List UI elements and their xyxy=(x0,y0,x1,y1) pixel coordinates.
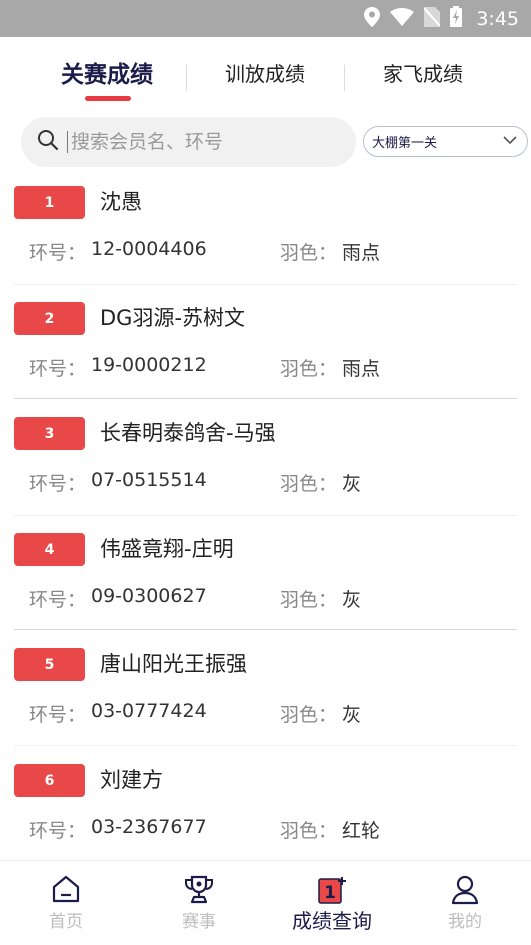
ring-number: 07-0515514 xyxy=(91,469,207,491)
nav-home-label: 首页 xyxy=(49,912,83,932)
search-bar[interactable] xyxy=(21,117,356,167)
svg-text:1: 1 xyxy=(324,883,336,903)
ring-label: 环号： xyxy=(29,242,87,264)
results-tabs: 关赛成绩 训放成绩 家飞成绩 xyxy=(0,37,531,107)
nav-events-label: 赛事 xyxy=(182,912,216,932)
race-stage-selected: 大棚第一关 xyxy=(372,136,438,151)
nav-profile-label: 我的 xyxy=(448,912,482,932)
result-item[interactable]: 1 沈愚 环号： 12-0004406 羽色： 雨点 xyxy=(0,180,531,295)
text-cursor xyxy=(67,131,68,153)
wifi-icon xyxy=(390,7,415,30)
rank-badge: 6 xyxy=(14,764,85,797)
location-icon xyxy=(364,6,381,31)
battery-charging-icon xyxy=(450,6,463,31)
list-divider xyxy=(14,745,517,746)
tab-training-results[interactable]: 训放成绩 xyxy=(200,37,330,107)
ring-label: 环号： xyxy=(29,820,87,842)
nav-results-label: 成绩查询 xyxy=(292,909,372,933)
rank-badge: 5 xyxy=(14,648,85,681)
feather-color: 灰 xyxy=(342,589,362,611)
search-icon xyxy=(21,129,59,155)
result-item[interactable]: 6 刘建方 环号： 03-2367677 羽色： 红轮 xyxy=(0,758,531,873)
member-name: DG羽源-苏树文 xyxy=(100,306,246,330)
member-name: 沈愚 xyxy=(100,190,142,214)
list-divider xyxy=(14,284,517,285)
nav-events[interactable]: 赛事 xyxy=(133,861,265,945)
feather-color-label: 羽色： xyxy=(280,820,338,842)
member-name: 唐山阳光王振强 xyxy=(100,652,247,676)
rank-badge: 4 xyxy=(14,533,85,566)
tab-divider xyxy=(344,65,345,91)
trophy-icon xyxy=(182,875,216,909)
list-divider xyxy=(14,398,517,399)
feather-color-label: 羽色： xyxy=(280,473,338,495)
status-bar: 3:45 xyxy=(0,0,531,37)
race-stage-select[interactable]: 大棚第一关 xyxy=(363,126,528,157)
feather-color-label: 羽色： xyxy=(280,704,338,726)
results-icon: 1 xyxy=(317,875,347,909)
chevron-down-icon xyxy=(503,134,517,149)
member-name: 伟盛竟翔-庄明 xyxy=(100,537,234,561)
rank-badge: 3 xyxy=(14,417,85,450)
member-name: 刘建方 xyxy=(100,768,163,792)
profile-icon xyxy=(451,875,479,909)
tab-home-flight-results[interactable]: 家飞成绩 xyxy=(358,37,488,107)
feather-color: 雨点 xyxy=(342,358,381,380)
ring-label: 环号： xyxy=(29,589,87,611)
home-icon xyxy=(51,875,81,907)
status-time: 3:45 xyxy=(476,7,519,30)
tab-divider xyxy=(186,65,187,91)
feather-color-label: 羽色： xyxy=(280,242,338,264)
feather-color: 红轮 xyxy=(342,820,381,842)
feather-color-label: 羽色： xyxy=(280,589,338,611)
result-item[interactable]: 3 长春明泰鸽舍-马强 环号： 07-0515514 羽色： 灰 xyxy=(0,411,531,526)
result-item[interactable]: 5 唐山阳光王振强 环号： 03-0777424 羽色： 灰 xyxy=(0,642,531,757)
nav-profile[interactable]: 我的 xyxy=(399,861,531,945)
feather-color: 雨点 xyxy=(342,242,381,264)
ring-number: 12-0004406 xyxy=(91,238,207,260)
nav-results[interactable]: 1 成绩查询 xyxy=(266,861,398,945)
list-divider xyxy=(14,629,517,630)
nav-home[interactable]: 首页 xyxy=(0,861,132,945)
no-sim-icon xyxy=(423,6,442,31)
bottom-nav: 首页 赛事 1 成绩查询 我的 xyxy=(0,860,531,945)
member-name: 长春明泰鸽舍-马强 xyxy=(100,421,276,445)
search-input[interactable] xyxy=(69,130,323,154)
ring-number: 19-0000212 xyxy=(91,354,207,376)
ring-number: 09-0300627 xyxy=(91,585,207,607)
rank-badge: 1 xyxy=(14,186,85,219)
result-item[interactable]: 4 伟盛竟翔-庄明 环号： 09-0300627 羽色： 灰 xyxy=(0,527,531,642)
active-tab-indicator xyxy=(85,96,131,101)
ring-label: 环号： xyxy=(29,704,87,726)
result-item[interactable]: 2 DG羽源-苏树文 环号： 19-0000212 羽色： 雨点 xyxy=(0,296,531,411)
list-divider xyxy=(14,515,517,516)
feather-color-label: 羽色： xyxy=(280,358,338,380)
feather-color: 灰 xyxy=(342,473,362,495)
ring-label: 环号： xyxy=(29,473,87,495)
ring-number: 03-2367677 xyxy=(91,816,207,838)
feather-color: 灰 xyxy=(342,704,362,726)
rank-badge: 2 xyxy=(14,302,85,335)
ring-label: 环号： xyxy=(29,358,87,380)
ring-number: 03-0777424 xyxy=(91,700,207,722)
